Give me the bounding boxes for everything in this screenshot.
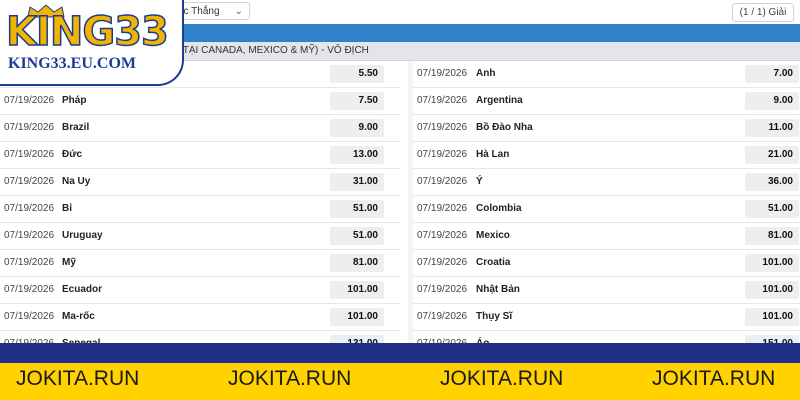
match-date: 07/19/2026 — [4, 95, 55, 106]
table-row: 07/19/2026 Thụy Sĩ 101.00 — [413, 304, 800, 331]
match-date: 07/19/2026 — [417, 257, 468, 268]
match-date: 07/19/2026 — [4, 230, 55, 241]
table-row: 07/19/2026 Bỉ 51.00 — [0, 196, 400, 223]
team-name: Đức — [62, 149, 83, 160]
table-row: 07/19/2026 Bồ Đào Nha 11.00 — [413, 115, 800, 142]
logo-wordmark: KING33 — [5, 9, 169, 55]
odds-button[interactable]: 101.00 — [745, 254, 799, 272]
team-name: Na Uy — [62, 176, 91, 187]
match-date: 07/19/2026 — [417, 203, 468, 214]
odds-button[interactable]: 9.00 — [330, 119, 384, 137]
odds-button[interactable]: 81.00 — [330, 254, 384, 272]
table-row: 07/19/2026 Ý 36.00 — [413, 169, 800, 196]
match-date: 07/19/2026 — [4, 284, 55, 295]
match-date: 07/19/2026 — [417, 122, 468, 133]
odds-button[interactable]: 7.00 — [745, 65, 799, 83]
team-name: Bồ Đào Nha — [476, 122, 533, 133]
odds-button[interactable]: 101.00 — [330, 281, 384, 299]
table-row: 07/19/2026 Brazil 9.00 — [0, 115, 400, 142]
watermark-banner: JOKITA.RUN JOKITA.RUN JOKITA.RUN JOKITA.… — [0, 363, 800, 400]
table-row: 07/19/2026 Ma-rốc 101.00 — [0, 304, 400, 331]
team-name: Nhật Bản — [476, 284, 520, 295]
table-row: 07/19/2026 Anh 7.00 — [413, 61, 800, 88]
watermark-text: JOKITA.RUN — [16, 367, 140, 390]
odds-button[interactable]: 21.00 — [745, 146, 799, 164]
table-row: 07/19/2026 Na Uy 31.00 — [0, 169, 400, 196]
watermark-text: JOKITA.RUN — [652, 367, 776, 390]
team-name: Thụy Sĩ — [476, 311, 513, 322]
table-row: 07/19/2026 Uruguay 51.00 — [0, 223, 400, 250]
odds-button[interactable]: 101.00 — [745, 308, 799, 326]
team-name: Uruguay — [62, 230, 103, 241]
table-row: 07/19/2026 Pháp 7.50 — [0, 88, 400, 115]
table-row: 07/19/2026 Mỹ 81.00 — [0, 250, 400, 277]
match-date: 07/19/2026 — [4, 203, 55, 214]
watermark-text: JOKITA.RUN — [440, 367, 564, 390]
match-date: 07/19/2026 — [417, 68, 468, 79]
table-row: 07/19/2026 Ecuador 101.00 — [0, 277, 400, 304]
team-name: Ý — [476, 176, 483, 187]
odds-button[interactable]: 101.00 — [330, 308, 384, 326]
team-name: Brazil — [62, 122, 90, 133]
match-date: 07/19/2026 — [417, 95, 468, 106]
table-row: 07/19/2026 Đức 13.00 — [0, 142, 400, 169]
table-row: 07/19/2026 Hà Lan 21.00 — [413, 142, 800, 169]
table-row: 07/19/2026 Croatia 101.00 — [413, 250, 800, 277]
team-name: Pháp — [62, 95, 87, 106]
odds-button[interactable]: 51.00 — [330, 227, 384, 245]
team-name: Bỉ — [62, 203, 72, 214]
page-indicator[interactable]: (1 / 1) Giải — [732, 3, 794, 22]
odds-button[interactable]: 9.00 — [745, 92, 799, 110]
match-date: 07/19/2026 — [4, 257, 55, 268]
team-name: Mỹ — [62, 257, 76, 268]
match-date: 07/19/2026 — [417, 149, 468, 160]
table-row: 07/19/2026 Argentina 9.00 — [413, 88, 800, 115]
odds-button[interactable]: 7.50 — [330, 92, 384, 110]
team-name: Ma-rốc — [62, 311, 95, 322]
team-name: Mexico — [476, 230, 510, 241]
odds-column-right: 07/19/2026 Anh 7.00 07/19/2026 Argentina… — [413, 61, 800, 358]
table-row: 07/19/2026 Nhật Bản 101.00 — [413, 277, 800, 304]
odds-button[interactable]: 51.00 — [745, 200, 799, 218]
promo-band — [0, 343, 800, 363]
team-name: Argentina — [476, 95, 523, 106]
odds-button[interactable]: 81.00 — [745, 227, 799, 245]
match-date: 07/19/2026 — [4, 311, 55, 322]
table-row: 07/19/2026 Colombia 51.00 — [413, 196, 800, 223]
match-date: 07/19/2026 — [4, 176, 55, 187]
odds-button[interactable]: 11.00 — [745, 119, 799, 137]
match-date: 07/19/2026 — [417, 311, 468, 322]
league-title: S (TẠI CANADA, MEXICO & MỸ) - VÔ ĐỊCH — [170, 45, 369, 56]
odds-button[interactable]: 5.50 — [330, 65, 384, 83]
team-name: Anh — [476, 68, 496, 79]
team-name: Colombia — [476, 203, 522, 214]
team-name: Hà Lan — [476, 149, 510, 160]
match-date: 07/19/2026 — [417, 176, 468, 187]
watermark-text: JOKITA.RUN — [228, 367, 352, 390]
king33-logo: KING33 KING33.EU.COM — [0, 0, 184, 86]
team-name: Croatia — [476, 257, 511, 268]
team-name: Ecuador — [62, 284, 103, 295]
match-date: 07/19/2026 — [4, 122, 55, 133]
odds-button[interactable]: 31.00 — [330, 173, 384, 191]
odds-button[interactable]: 51.00 — [330, 200, 384, 218]
odds-column-left: 5.50 07/19/2026 Pháp 7.50 07/19/2026 Bra… — [0, 61, 400, 358]
odds-button[interactable]: 13.00 — [330, 146, 384, 164]
table-row: 07/19/2026 Mexico 81.00 — [413, 223, 800, 250]
match-date: 07/19/2026 — [417, 284, 468, 295]
match-date: 07/19/2026 — [4, 149, 55, 160]
chevron-down-icon: ⌄ — [234, 6, 243, 17]
odds-button[interactable]: 36.00 — [745, 173, 799, 191]
odds-button[interactable]: 101.00 — [745, 281, 799, 299]
logo-url: KING33.EU.COM — [8, 55, 136, 72]
match-date: 07/19/2026 — [417, 230, 468, 241]
